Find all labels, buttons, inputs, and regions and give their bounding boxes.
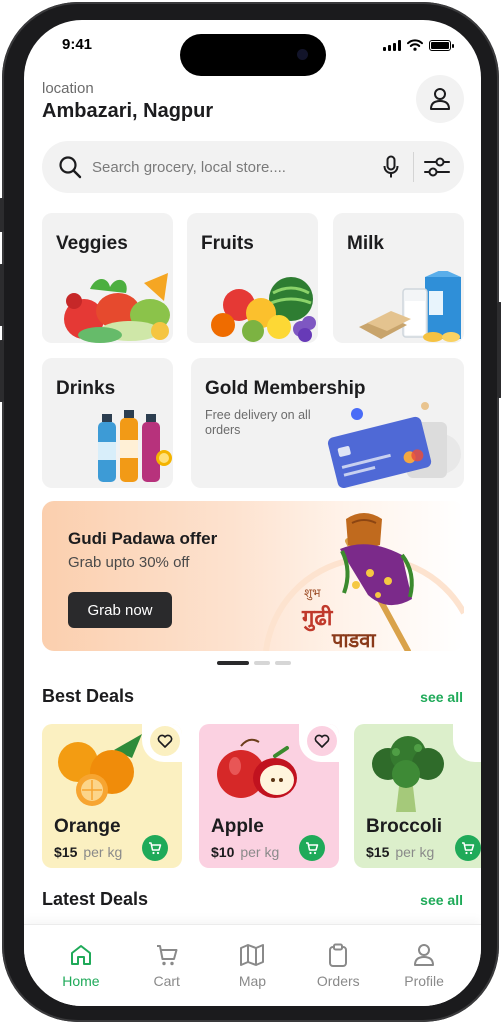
deal-price: $10 per kg (211, 844, 280, 860)
best-deals-see-all-link[interactable]: see all (420, 689, 463, 705)
volume-down-button (0, 340, 4, 402)
category-gold-membership[interactable]: Gold Membership Free delivery on all ord… (191, 358, 464, 488)
battery-icon (429, 39, 454, 51)
status-icons (383, 39, 454, 51)
category-drinks[interactable]: Drinks (42, 358, 173, 488)
status-time: 9:41 (62, 36, 93, 53)
category-fruits[interactable]: Fruits (187, 213, 318, 343)
deal-card-apple[interactable]: Apple $10 per kg (199, 724, 339, 868)
nav-label: Orders (316, 973, 360, 989)
deal-card-orange[interactable]: Orange $15 per kg (42, 724, 182, 868)
deal-name: Broccoli (366, 816, 443, 837)
nav-home[interactable]: Home (45, 943, 117, 1006)
favorite-button[interactable] (150, 726, 180, 756)
orange-image (58, 734, 142, 806)
nav-map[interactable]: Map (216, 943, 288, 1006)
milk-illustration (359, 271, 461, 342)
gudi-padwa-illustration: शुभ गुढी पाडवा (263, 513, 464, 651)
heart-icon (314, 734, 330, 748)
signal-icon (383, 39, 401, 51)
credit-card-illustration (327, 402, 461, 488)
volume-up-button (0, 264, 4, 326)
category-subtitle: Free delivery on all orders (205, 408, 311, 437)
category-label: Gold Membership (205, 378, 366, 399)
drinks-illustration (98, 410, 172, 482)
nav-profile[interactable]: Profile (388, 943, 460, 1006)
deal-name: Apple (211, 816, 264, 837)
svg-text:गुढी: गुढी (301, 604, 334, 632)
profile-button[interactable] (416, 75, 464, 123)
category-label: Veggies (56, 233, 128, 254)
search-icon[interactable] (56, 153, 84, 181)
deal-card-broccoli[interactable]: Broccoli $15 per kg (354, 724, 481, 868)
category-label: Fruits (201, 233, 254, 254)
carousel-dot[interactable] (217, 661, 249, 665)
add-to-cart-button[interactable] (299, 835, 325, 861)
user-icon (430, 88, 450, 110)
apple-image (217, 738, 297, 798)
banner-title: Gudi Padawa offer (68, 529, 218, 548)
carousel-dot[interactable] (275, 661, 291, 665)
wifi-icon (407, 39, 423, 51)
nav-label: Profile (404, 973, 444, 989)
category-label: Drinks (56, 378, 116, 399)
location-label: location (42, 80, 94, 97)
svg-text:शुभ: शुभ (304, 586, 321, 601)
add-to-cart-button[interactable] (142, 835, 168, 861)
latest-deals-title: Latest Deals (42, 889, 149, 909)
filter-icon[interactable] (424, 153, 450, 181)
category-veggies[interactable]: Veggies (42, 213, 173, 343)
heart-icon (157, 734, 173, 748)
offer-banner[interactable]: Gudi Padawa offer Grab upto 30% off Grab… (42, 501, 464, 651)
clipboard-icon (329, 943, 348, 967)
fruits-illustration (211, 277, 316, 342)
location-value[interactable]: Ambazari, Nagpur (42, 100, 213, 123)
power-button (497, 302, 501, 398)
cart-icon (462, 842, 475, 855)
phone-frame: 9:41 location Ambazari, Nagpur Search gr… (0, 2, 501, 1022)
latest-deals-see-all-link[interactable]: see all (420, 892, 463, 908)
grab-now-button[interactable]: Grab now (68, 592, 172, 628)
deal-price: $15 per kg (366, 844, 435, 860)
action-button (0, 198, 4, 232)
dynamic-island (180, 34, 326, 76)
cart-icon (156, 945, 178, 966)
cart-icon (306, 842, 319, 855)
nav-label: Map (238, 973, 267, 989)
category-label: Milk (347, 233, 384, 254)
category-milk[interactable]: Milk (333, 213, 464, 343)
cart-icon (149, 842, 162, 855)
search-bar (42, 141, 464, 193)
microphone-icon[interactable] (379, 153, 403, 181)
deal-price: $15 per kg (54, 844, 123, 860)
search-divider (413, 152, 414, 182)
add-to-cart-button[interactable] (455, 835, 481, 861)
broccoli-image (372, 736, 444, 812)
favorite-button[interactable] (307, 726, 337, 756)
nav-label: Cart (153, 973, 180, 989)
veggies-illustration (64, 273, 170, 343)
svg-text:पाडवा: पाडवा (331, 628, 376, 651)
bottom-navigation: Home Cart Map Orders Profile (24, 924, 481, 1006)
home-icon (70, 945, 91, 965)
nav-orders[interactable]: Orders (302, 943, 374, 1006)
nav-cart[interactable]: Cart (131, 943, 203, 1006)
map-icon (240, 944, 265, 966)
carousel-dot[interactable] (254, 661, 270, 665)
deal-name: Orange (54, 816, 121, 837)
user-icon (414, 944, 435, 966)
carousel-indicator[interactable] (217, 661, 291, 665)
search-input[interactable] (92, 158, 379, 176)
best-deals-title: Best Deals (42, 686, 135, 706)
app-screen: 9:41 location Ambazari, Nagpur Search gr… (24, 20, 481, 1006)
banner-subtitle: Grab upto 30% off (68, 554, 190, 571)
nav-label: Home (62, 973, 100, 989)
